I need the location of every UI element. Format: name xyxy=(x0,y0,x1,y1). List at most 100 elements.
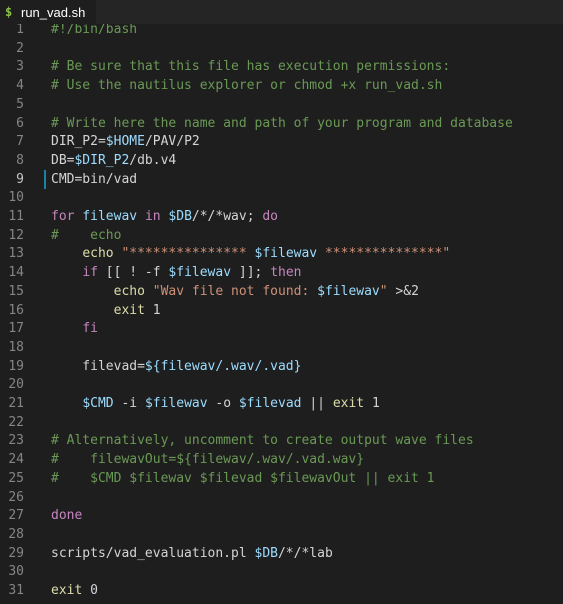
code-token: echo xyxy=(113,283,145,299)
code-token: $filewav xyxy=(254,246,318,262)
code-line[interactable]: 20 xyxy=(0,375,563,394)
code-line[interactable]: 23 # Alternatively, uncomment to create o… xyxy=(0,431,563,450)
line-number: 17 xyxy=(8,321,24,337)
code-token: $HOME xyxy=(105,134,145,150)
code-line[interactable]: 25 # $CMD $filewav $filevad $filewavOut |… xyxy=(0,469,563,488)
code-token: /PAV/P2 xyxy=(144,134,200,150)
code-token: $filewav xyxy=(317,283,380,299)
code-line[interactable]: 30 xyxy=(0,562,563,581)
code-text: CMD=bin/vad xyxy=(51,170,137,189)
code-token: # $CMD $filewav $filevad $filewavOut || … xyxy=(51,470,435,486)
code-line[interactable]: 21 $CMD -i $filewav -o $filevad || exit … xyxy=(0,394,563,413)
line-number: 11 xyxy=(8,209,24,224)
code-line[interactable]: 7 DIR_P2=$HOME/PAV/P2 xyxy=(0,132,563,151)
line-number: 29 xyxy=(8,545,24,561)
code-token: filevad= xyxy=(51,358,145,374)
code-token: in xyxy=(144,209,161,224)
code-text: # $CMD $filewav $filevad $filewavOut || … xyxy=(51,469,435,488)
code-text: # Alternatively, uncomment to create out… xyxy=(51,431,474,450)
code-token: # echo xyxy=(51,227,122,243)
code-token: $DB xyxy=(168,209,192,224)
line-number: 16 xyxy=(8,302,24,318)
line-number: 22 xyxy=(8,414,24,430)
code-line[interactable]: 28 xyxy=(0,525,563,544)
code-line[interactable]: 24 # filewavOut=${filewav/.wav/.vad.wav} xyxy=(0,450,563,469)
code-token: 0 xyxy=(82,583,98,598)
line-number: 14 xyxy=(8,265,24,281)
code-token: exit xyxy=(113,302,145,318)
line-number: 18 xyxy=(8,339,24,355)
code-token: echo xyxy=(82,246,114,262)
line-number: 5 xyxy=(16,96,24,112)
line-number: 30 xyxy=(8,564,24,580)
code-line[interactable]: 18 xyxy=(0,338,563,357)
code-token: " xyxy=(379,283,388,299)
line-number: 31 xyxy=(8,583,24,598)
code-line[interactable]: 3 # Be sure that this file has execution … xyxy=(0,57,563,76)
code-token: "*************** xyxy=(121,246,255,262)
line-number: 24 xyxy=(8,452,24,468)
line-number: 2 xyxy=(16,40,24,56)
code-line[interactable]: 16 exit 1 xyxy=(0,301,563,320)
code-line[interactable]: 2 xyxy=(0,39,563,58)
code-line[interactable]: 13 echo "*************** $filewav ******… xyxy=(0,244,563,263)
code-line[interactable]: 1 #!/bin/bash xyxy=(0,24,563,39)
code-token: exit xyxy=(332,396,365,411)
code-token: filewav xyxy=(82,209,138,224)
code-line[interactable]: 10 xyxy=(0,188,563,207)
code-text: exit 1 xyxy=(51,301,161,320)
code-token: scripts/vad_evaluation.pl xyxy=(51,545,255,561)
code-token: #!/bin/bash xyxy=(51,24,138,37)
code-line[interactable]: 14 if [[ ! -f $filewav ]]; then xyxy=(0,263,563,282)
code-line[interactable]: 29 scripts/vad_evaluation.pl $DB/*/*lab xyxy=(0,544,563,563)
code-line[interactable]: 4 # Use the nautilus explorer or chmod +x… xyxy=(0,76,563,95)
code-token: # Use the nautilus explorer or chmod +x … xyxy=(51,78,443,94)
code-line[interactable]: 26 xyxy=(0,488,563,507)
line-number: 13 xyxy=(8,246,24,262)
code-text: echo "*************** $filewav *********… xyxy=(51,244,450,263)
code-line[interactable]: 11 for filewav in $DB/*/*wav; do xyxy=(0,207,563,226)
code-text: DIR_P2=$HOME/PAV/P2 xyxy=(51,132,200,151)
code-line[interactable]: 12 # echo xyxy=(0,226,563,245)
code-token: ***************" xyxy=(317,246,451,262)
line-number: 27 xyxy=(8,508,24,524)
line-number: 8 xyxy=(16,152,24,168)
line-number: 26 xyxy=(8,489,24,505)
code-text: for filewav in $DB/*/*wav; do xyxy=(51,207,278,226)
code-token: [[ ! -f xyxy=(97,265,169,281)
code-token: /*/*lab xyxy=(277,545,333,561)
line-number: 28 xyxy=(8,526,24,542)
code-token: # Be sure that this file has execution p… xyxy=(51,59,451,75)
code-line[interactable]: 5 xyxy=(0,95,563,114)
modified-line-marker xyxy=(44,169,46,189)
code-text: #!/bin/bash xyxy=(51,24,137,39)
code-text: exit 0 xyxy=(51,581,98,600)
code-line[interactable]: 22 xyxy=(0,413,563,432)
code-line[interactable]: 27 done xyxy=(0,506,563,525)
line-number: 3 xyxy=(16,59,24,75)
code-editor[interactable]: 1 #!/bin/bash 2 3 # Be sure that this file h… xyxy=(0,24,563,604)
editor-tab[interactable]: $ run_vad.sh xyxy=(0,0,96,24)
code-text: # echo xyxy=(51,226,121,245)
code-text: scripts/vad_evaluation.pl $DB/*/*lab xyxy=(51,544,333,563)
code-text: fi xyxy=(51,319,98,338)
code-line[interactable]: 9 CMD=bin/vad xyxy=(0,169,563,189)
code-line[interactable]: 17 fi xyxy=(0,319,563,338)
code-line[interactable]: 6 # Write here the name and path of your … xyxy=(0,114,563,133)
code-token: for xyxy=(51,209,75,224)
code-token: exit xyxy=(51,583,83,598)
code-line[interactable]: 8 DB=$DIR_P2/db.v4 xyxy=(0,151,563,170)
code-token: $filevad xyxy=(238,396,302,411)
code-token: $filewav xyxy=(144,396,208,411)
code-token: >&2 xyxy=(387,283,419,299)
code-line[interactable]: 31 exit 0 xyxy=(0,581,563,600)
code-token: $DB xyxy=(254,545,278,561)
code-line[interactable]: 19 filevad=${filewav/.wav/.vad} xyxy=(0,357,563,376)
code-token: # Alternatively, uncomment to create out… xyxy=(51,433,474,449)
code-token: # filewavOut=${filewav/.wav/.vad.wav} xyxy=(51,452,365,468)
code-token: -i xyxy=(113,396,145,411)
code-text: $CMD -i $filewav -o $filevad || exit 1 xyxy=(51,394,379,413)
code-line[interactable]: 15 echo "Wav file not found: $filewav" >… xyxy=(0,282,563,301)
